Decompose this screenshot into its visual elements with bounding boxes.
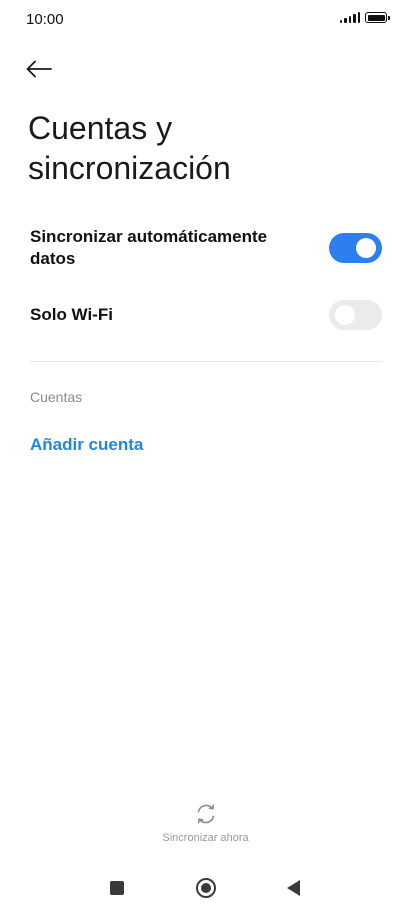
toggle-knob: [335, 305, 355, 325]
home-button[interactable]: [192, 874, 220, 902]
page-title: Cuentas y sincronización: [28, 110, 231, 186]
wifi-only-label: Solo Wi-Fi: [30, 305, 113, 324]
back-icon: [286, 880, 300, 896]
divider: [30, 361, 382, 362]
add-account-link[interactable]: Añadir cuenta: [30, 435, 143, 455]
recents-button[interactable]: [103, 874, 131, 902]
signal-icon: [339, 12, 360, 23]
wifi-only-row[interactable]: Solo Wi-Fi: [30, 300, 382, 330]
recents-icon: [110, 881, 124, 895]
sync-now-button[interactable]: Sincronizar ahora: [0, 802, 411, 844]
sync-now-label: Sincronizar ahora: [162, 832, 249, 844]
back-arrow-icon: [26, 60, 52, 78]
battery-icon: [365, 12, 390, 23]
auto-sync-row[interactable]: Sincronizar automáticamente datos: [30, 226, 382, 270]
back-button[interactable]: [26, 54, 60, 84]
auto-sync-label: Sincronizar automáticamente datos: [30, 227, 268, 268]
navigation-bar: [0, 870, 411, 904]
wifi-only-toggle[interactable]: [329, 300, 382, 330]
home-icon: [196, 878, 216, 898]
toggle-knob: [356, 238, 376, 258]
auto-sync-toggle[interactable]: [329, 233, 382, 263]
status-time: 10:00: [26, 11, 64, 28]
sync-icon: [197, 804, 214, 824]
status-icons: [339, 12, 390, 23]
status-bar: 10:00: [0, 0, 411, 40]
accounts-section-header: Cuentas: [30, 389, 83, 405]
nav-back-button[interactable]: [279, 874, 307, 902]
